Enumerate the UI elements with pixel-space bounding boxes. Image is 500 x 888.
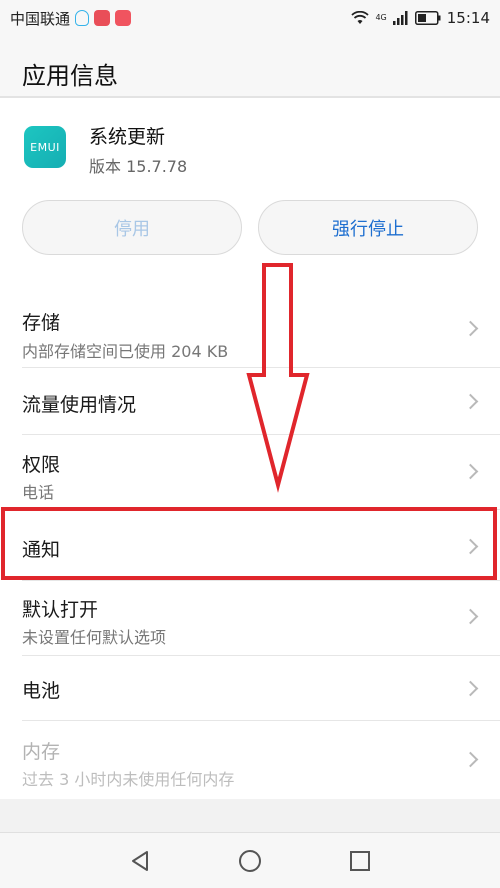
settings-item-data-usage[interactable]: 流量使用情况 — [0, 368, 500, 434]
chevron-right-icon — [462, 608, 479, 625]
app-bar: 应用信息 — [0, 36, 500, 98]
status-left: 中国联通 — [10, 8, 132, 29]
wifi-icon — [351, 11, 370, 24]
app-version: 版本 15.7.78 — [89, 157, 188, 176]
settings-item-title: 通知 — [22, 539, 61, 561]
emui-app-icon: EMUI — [24, 126, 66, 168]
app-notification-icon-2 — [115, 10, 132, 26]
disable-button[interactable]: 停用 — [22, 200, 242, 255]
carrier-name: 中国联通 — [10, 9, 71, 28]
settings-item-subtitle: 内部存储空间已使用 204 KB — [22, 342, 229, 361]
chevron-right-icon — [462, 680, 479, 697]
chevron-right-icon — [462, 463, 479, 480]
settings-item-title: 权限 — [22, 454, 61, 476]
app-notification-icon — [94, 10, 111, 26]
app-name: 系统更新 — [89, 126, 166, 148]
chevron-right-icon — [462, 538, 479, 555]
section-gap — [0, 799, 500, 801]
settings-item-memory[interactable]: 内存 过去 3 小时内未使用任何内存 — [0, 721, 500, 799]
force-stop-button[interactable]: 强行停止 — [258, 200, 478, 255]
settings-item-subtitle: 过去 3 小时内未使用任何内存 — [22, 770, 235, 789]
settings-item-title: 电池 — [22, 680, 61, 702]
app-info-content[interactable]: EMUI 系统更新 版本 15.7.78 停用 强行停止 存储 内部存储空间已使… — [0, 98, 500, 801]
settings-item-notifications[interactable]: 通知 — [0, 510, 500, 580]
home-icon[interactable] — [235, 846, 265, 876]
status-bar: 中国联通 4G 15:14 — [0, 0, 500, 36]
chevron-right-icon — [462, 751, 479, 768]
navigation-bar — [0, 832, 500, 888]
settings-item-permissions[interactable]: 权限 电话 — [0, 435, 500, 509]
chevron-right-icon — [462, 393, 479, 410]
settings-item-subtitle: 未设置任何默认选项 — [22, 628, 167, 647]
signal-icon — [392, 11, 408, 25]
clock: 15:14 — [446, 9, 490, 27]
status-right: 4G 15:14 — [351, 9, 490, 27]
recents-icon[interactable] — [345, 846, 375, 876]
settings-item-title: 流量使用情况 — [22, 394, 137, 416]
chevron-right-icon — [462, 320, 479, 337]
battery-icon — [414, 11, 441, 25]
emui-logo-text: EMUI — [30, 140, 60, 154]
qq-notification-icon — [75, 10, 90, 26]
page-title: 应用信息 — [22, 62, 118, 90]
back-icon[interactable] — [125, 846, 155, 876]
settings-item-storage[interactable]: 存储 内部存储空间已使用 204 KB — [0, 273, 500, 367]
settings-item-title: 存储 — [22, 312, 61, 334]
settings-item-subtitle: 电话 — [22, 483, 55, 502]
network-type: 4G — [375, 13, 387, 22]
settings-item-title: 默认打开 — [22, 599, 99, 621]
settings-item-title: 内存 — [22, 741, 61, 763]
app-summary: EMUI 系统更新 版本 15.7.78 — [0, 98, 500, 193]
settings-item-open-by-default[interactable]: 默认打开 未设置任何默认选项 — [0, 581, 500, 655]
settings-item-battery[interactable]: 电池 — [0, 656, 500, 720]
